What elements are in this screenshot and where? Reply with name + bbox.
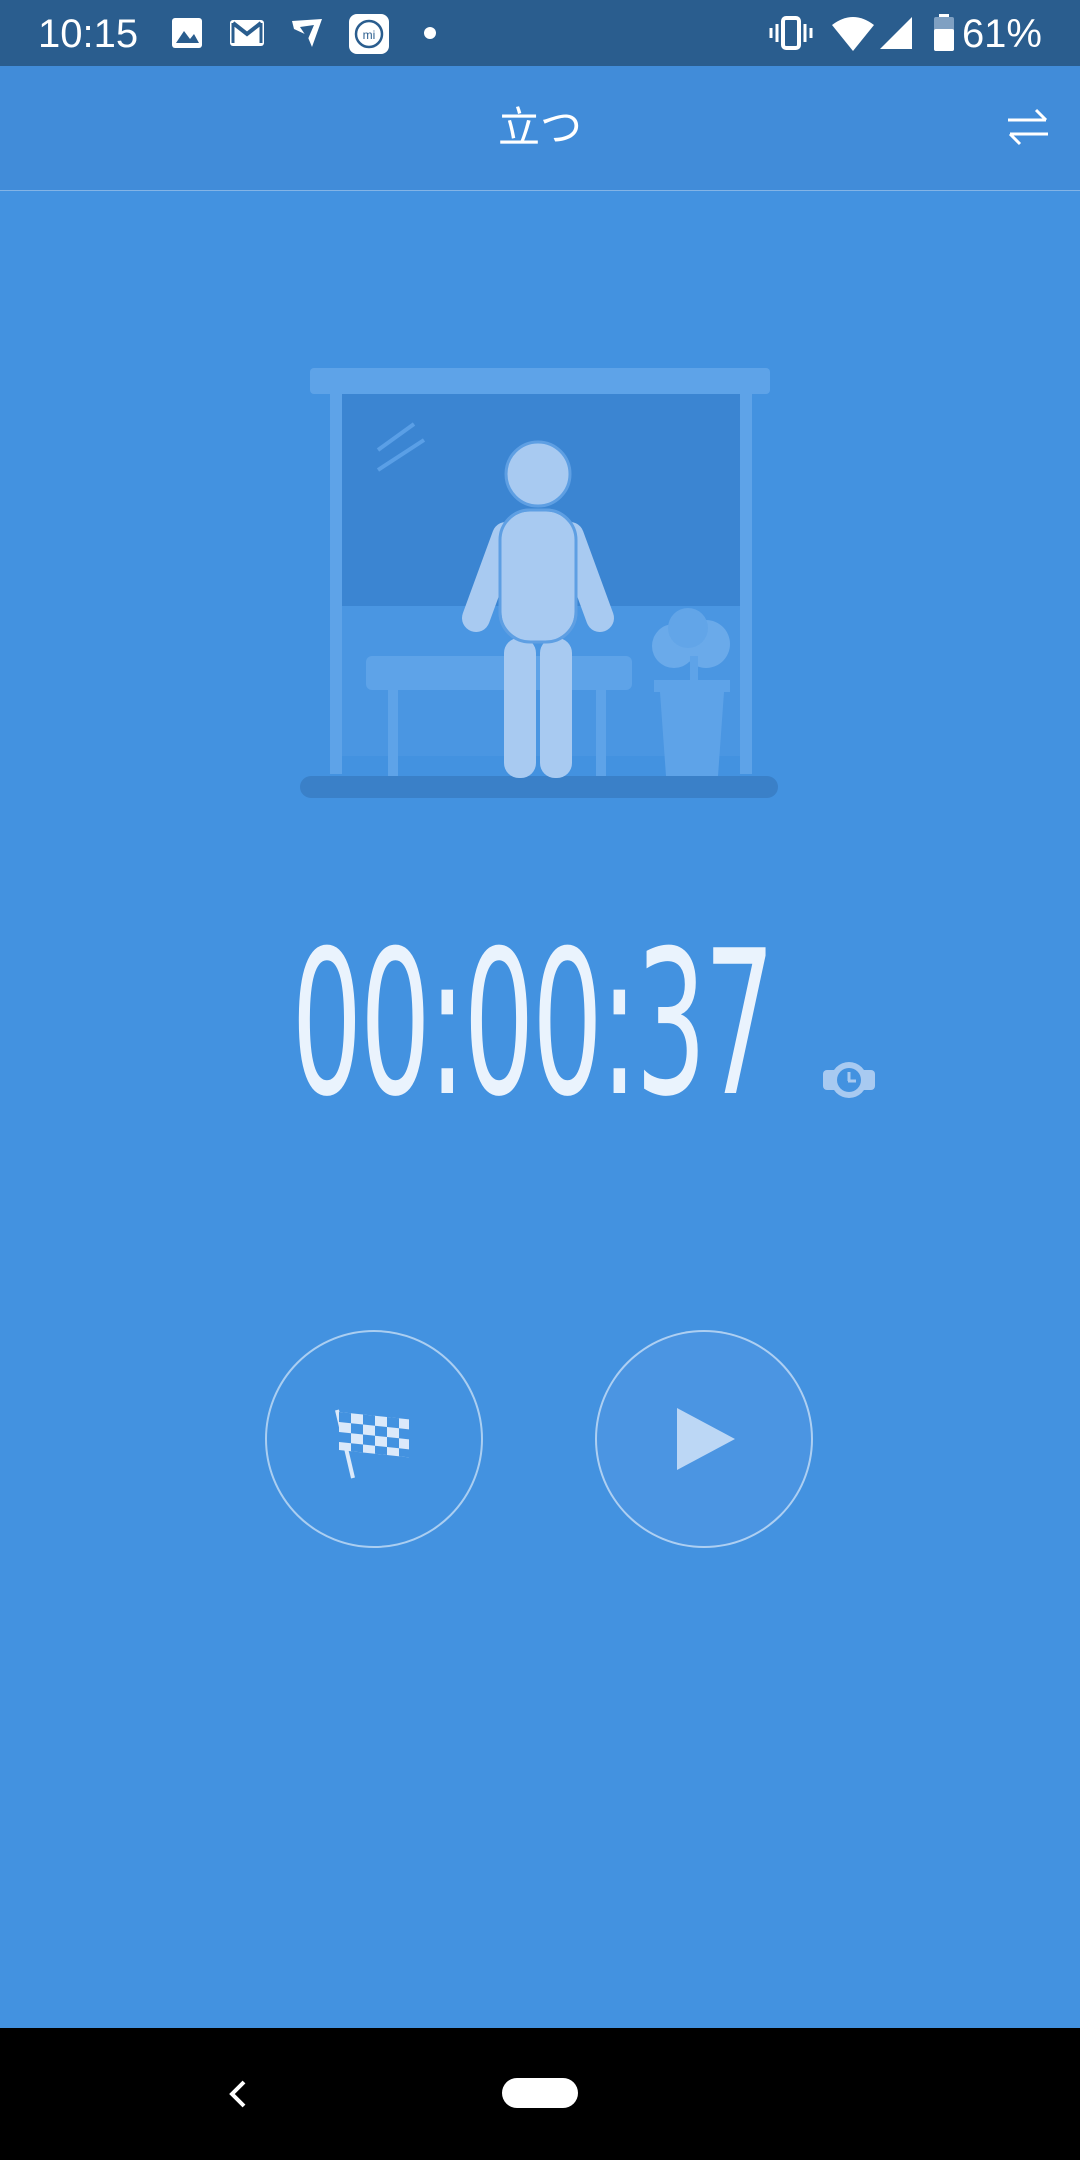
app-notification-icon — [292, 19, 322, 47]
play-button[interactable] — [595, 1330, 813, 1548]
svg-text:mi: mi — [363, 28, 376, 42]
timer-display: 00:00:37 — [0, 908, 1080, 1141]
mi-fit-icon: mi — [349, 14, 389, 54]
image-icon — [172, 18, 202, 48]
lap-button[interactable] — [265, 1330, 483, 1548]
signal-icon — [880, 17, 912, 49]
gmail-icon — [230, 20, 264, 46]
home-button[interactable] — [502, 2078, 578, 2108]
watch-clock-icon — [823, 1062, 875, 1098]
vibrate-icon — [769, 16, 813, 50]
dot-icon — [424, 27, 436, 39]
status-time: 10:15 — [38, 12, 139, 56]
back-icon[interactable] — [222, 2074, 252, 2114]
swap-arrows-icon[interactable] — [1000, 100, 1056, 156]
battery-percent: 61% — [961, 12, 1042, 56]
checkered-flag-icon — [335, 1409, 409, 1479]
standing-person-illustration — [300, 368, 778, 798]
play-icon — [677, 1408, 735, 1470]
wifi-icon — [832, 17, 874, 51]
battery-icon — [934, 14, 954, 51]
page-title: 立つ — [497, 103, 582, 152]
timer-value: 00:00:37 — [291, 908, 775, 1141]
status-bar: 10:15 mi 61% — [0, 0, 1080, 66]
navigation-bar — [0, 2028, 1080, 2160]
screen: 10:15 mi 61% 立つ 00:00:37 — [0, 0, 1080, 2160]
app-header: 立つ — [0, 66, 1080, 191]
